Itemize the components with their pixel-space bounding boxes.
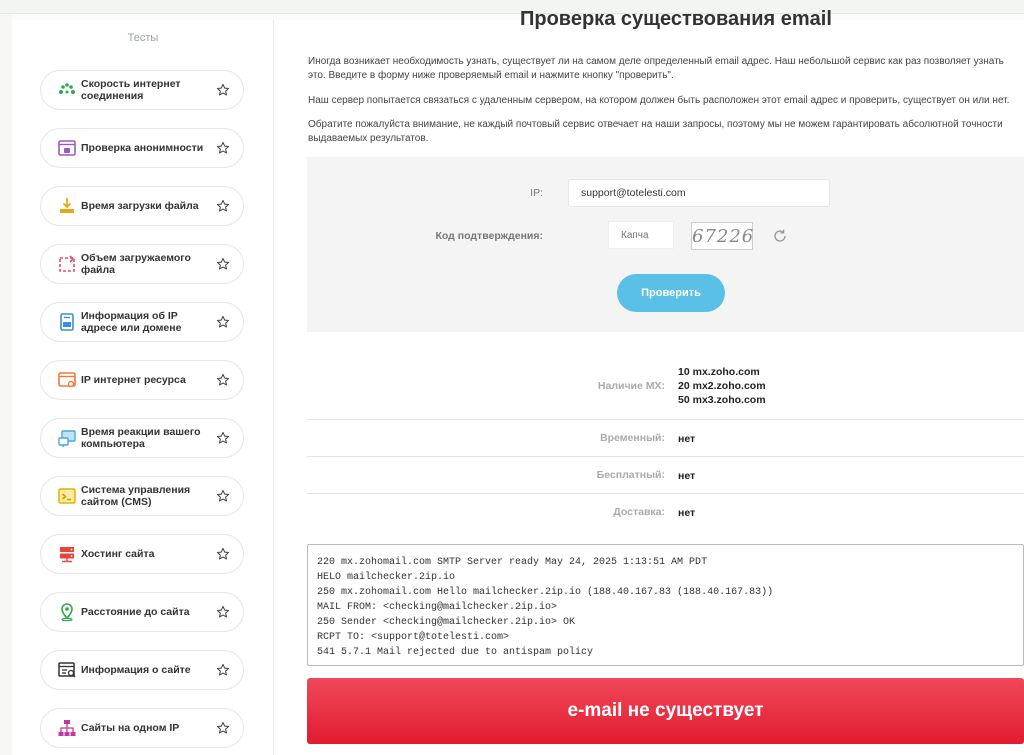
star-icon[interactable] [215, 314, 231, 330]
captcha-input[interactable] [608, 221, 674, 249]
sidebar-item-cms[interactable]: Система управления сайтом (CMS) [40, 476, 244, 516]
star-icon[interactable] [215, 198, 231, 214]
free-label: Бесплатный: [596, 469, 665, 481]
location-pin-icon [57, 602, 77, 622]
sidebar-title: Тесты [127, 32, 159, 44]
sidebar-item-label: Система управления сайтом (CMS) [81, 484, 191, 508]
star-icon[interactable] [215, 720, 231, 736]
site-info-icon [57, 660, 77, 680]
mx-record: 50 mx3.zoho.com [678, 394, 766, 406]
sidebar-item-anonymity[interactable]: Проверка анонимности [40, 128, 244, 168]
log-line: 250 mx.zohomail.com Hello mailchecker.2i… [317, 587, 774, 598]
log-line: 220 mx.zohomail.com SMTP Server ready Ma… [317, 557, 708, 568]
results-table: Наличие MX: 10 mx.zoho.com 20 mx2.zoho.c… [307, 354, 1024, 531]
free-value: нет [678, 470, 696, 482]
sidebar-item-label: Хостинг сайта [81, 548, 155, 560]
sidebar-item-ip-info[interactable]: Информация об IP адресе или домене [40, 302, 244, 342]
star-icon[interactable] [215, 604, 231, 620]
sidebar-item-file-size[interactable]: Объем загружаемого файла [40, 244, 244, 284]
speed-dots-icon [57, 80, 77, 100]
mx-record: 20 mx2.zoho.com [678, 380, 766, 392]
sidebar-item-speed[interactable]: Скорость интернет соединения [40, 70, 244, 110]
sidebar-item-label: Проверка анонимности [81, 142, 204, 154]
log-line: 250 Sender <checking@mailchecker.2ip.io>… [317, 617, 576, 628]
email-input[interactable] [568, 179, 830, 207]
refresh-icon[interactable] [771, 227, 789, 245]
sidebar-item-label: Скорость интернет соединения [81, 78, 181, 102]
ip-label: IP: [530, 187, 543, 199]
star-icon[interactable] [215, 546, 231, 562]
tests-sidebar: Тесты Скорость интернет соединения Прове… [12, 20, 274, 755]
delivery-value: нет [678, 507, 696, 519]
sidebar-item-label: Информация о сайте [81, 664, 191, 676]
sidebar-item-label: IP интернет ресурса [81, 374, 186, 386]
page-title: Проверка существования email [520, 8, 832, 30]
sidebar-item-label: Информация об IP адресе или домене [81, 310, 182, 334]
log-line: HELO mailchecker.2ip.io [317, 572, 456, 583]
left-gutter [0, 14, 12, 755]
log-line: MAIL FROM: <checking@mailchecker.2ip.io> [317, 602, 558, 613]
network-tree-icon [57, 718, 77, 738]
sidebar-item-reaction-time[interactable]: Время реакции вашего компьютера [40, 418, 244, 458]
smtp-log[interactable]: 220 mx.zohomail.com SMTP Server ready Ma… [307, 544, 1024, 666]
computer-reaction-icon [57, 428, 77, 448]
result-row-mx: Наличие MX: 10 mx.zoho.com 20 mx2.zoho.c… [307, 354, 1024, 420]
browser-top-strip [0, 0, 1024, 14]
result-row-temporary: Временный: нет [307, 420, 1024, 457]
mx-record: 10 mx.zoho.com [678, 366, 760, 378]
anonymity-window-icon [57, 138, 77, 158]
main-content: Проверка существования email Иногда возн… [275, 8, 1024, 755]
sidebar-item-label: Объем загружаемого файла [81, 252, 191, 276]
mx-label: Наличие MX: [597, 380, 665, 392]
notice-paragraph: Обратите пожалуйста внимание, не каждый … [308, 119, 1003, 144]
sidebar-item-same-ip[interactable]: Сайты на одном IP [40, 708, 244, 748]
sidebar-item-distance[interactable]: Расстояние до сайта [40, 592, 244, 632]
log-line: RCPT TO: <support@totelesti.com> [317, 632, 510, 643]
intro-paragraph: Иногда возникает необходимость узнать, с… [308, 56, 1004, 81]
sidebar-item-site-info[interactable]: Информация о сайте [40, 650, 244, 690]
sidebar-item-download-time[interactable]: Время загрузки файла [40, 186, 244, 226]
result-row-delivery: Доставка: нет [307, 494, 1024, 531]
sidebar-item-label: Сайты на одном IP [81, 722, 180, 734]
check-button[interactable]: Проверить [617, 274, 725, 312]
result-row-free: Бесплатный: нет [307, 457, 1024, 494]
download-icon [57, 196, 77, 216]
sidebar-item-hosting[interactable]: Хостинг сайта [40, 534, 244, 574]
file-size-icon [57, 254, 77, 274]
sidebar-item-label: Время загрузки файла [81, 200, 199, 212]
check-form: IP: Код подтверждения: 67226 Проверить [307, 157, 1024, 332]
star-icon[interactable] [215, 140, 231, 156]
server-paragraph: Наш сервер попытается связаться с удален… [308, 95, 1010, 106]
verdict-banner: e-mail не существует [307, 678, 1024, 744]
delivery-label: Доставка: [613, 506, 665, 518]
temporary-value: нет [678, 433, 696, 445]
star-icon[interactable] [215, 488, 231, 504]
sidebar-item-resource-ip[interactable]: IP интернет ресурса [40, 360, 244, 400]
temporary-label: Временный: [600, 432, 665, 444]
ip-info-icon [57, 312, 77, 332]
cms-terminal-icon [57, 486, 77, 506]
captcha-image: 67226 [691, 222, 753, 250]
sidebar-item-label: Расстояние до сайта [81, 606, 190, 618]
mx-records: 10 mx.zoho.com 20 mx2.zoho.com 50 mx3.zo… [678, 365, 766, 407]
star-icon[interactable] [215, 372, 231, 388]
resource-ip-icon [57, 370, 77, 390]
hosting-server-icon [57, 544, 77, 564]
log-line: 541 5.7.1 Mail rejected due to antispam … [317, 647, 594, 658]
captcha-label: Код подтверждения: [435, 230, 544, 242]
sidebar-item-label: Время реакции вашего компьютера [81, 426, 201, 450]
star-icon[interactable] [215, 662, 231, 678]
star-icon[interactable] [215, 256, 231, 272]
star-icon[interactable] [215, 430, 231, 446]
star-icon[interactable] [215, 82, 231, 98]
